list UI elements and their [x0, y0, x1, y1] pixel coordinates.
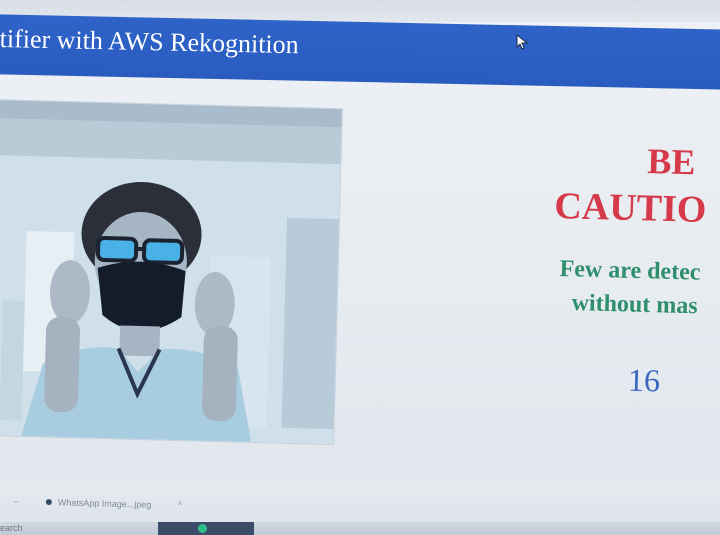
downloads-bar-dash: –: [14, 496, 20, 506]
warning-detail-line1: Few are detec: [559, 256, 701, 286]
mouse-cursor-icon: [516, 34, 528, 50]
os-taskbar: [0, 522, 720, 535]
unmasked-count: 16: [627, 361, 661, 399]
download-file-icon: [45, 498, 52, 506]
chevron-up-icon[interactable]: ^: [178, 500, 182, 510]
warning-heading-line1: BE: [646, 140, 696, 183]
warning-detail-line2: without mas: [571, 290, 698, 320]
taskbar-app-icons[interactable]: [158, 522, 254, 535]
webcam-video-feed: [0, 100, 342, 445]
taskbar-search-label[interactable]: earch: [0, 523, 23, 533]
webcam-frame-image: [0, 100, 342, 445]
warning-heading-line2: CAUTIO: [553, 184, 707, 231]
app-title: tifier with AWS Rekognition: [0, 24, 300, 60]
